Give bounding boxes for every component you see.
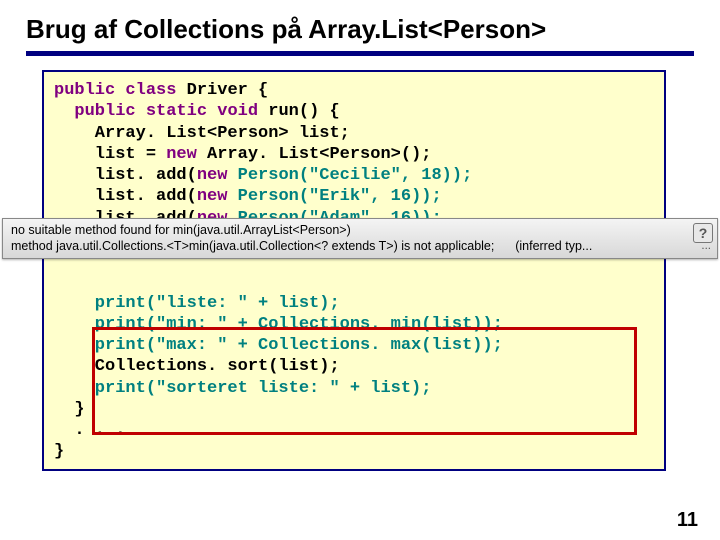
code-text: print("min: " + Collections. min(list));: [54, 315, 503, 334]
code-text: print("max: " + Collections. max(list));: [54, 336, 503, 355]
code-text: . . .: [54, 421, 125, 440]
kw-public: public: [54, 81, 115, 100]
kw-static: static: [146, 102, 207, 121]
kw-new: new: [166, 145, 197, 164]
kw-void: void: [217, 102, 258, 121]
code-text: Person("Erik", 16));: [227, 187, 441, 206]
kw-class: class: [125, 81, 176, 100]
error-line-1: no suitable method found for min(java.ut…: [11, 223, 689, 239]
code-text: Person("Cecilie", 18));: [227, 166, 472, 185]
error-text: method java.util.Collections.<T>min(java…: [11, 239, 494, 253]
code-text: list. add(: [54, 166, 197, 185]
page-number: 11: [677, 509, 698, 532]
title-underline: [26, 51, 694, 56]
kw-new: new: [197, 187, 228, 206]
code-text: Driver {: [176, 81, 268, 100]
code-text: Array. List<Person> list;: [54, 124, 350, 143]
code-text: list. add(: [54, 187, 197, 206]
code-block: public class Driver { public static void…: [54, 80, 654, 463]
slide: Brug af Collections på Array.List<Person…: [0, 0, 720, 540]
code-text: list =: [54, 145, 166, 164]
code-text: print("sorteret liste: " + list);: [54, 379, 431, 398]
code-text: }: [54, 442, 64, 461]
code-text: run() {: [258, 102, 340, 121]
slide-title: Brug af Collections på Array.List<Person…: [26, 14, 700, 45]
error-trailing: ...: [701, 239, 711, 253]
error-line-2: method java.util.Collections.<T>min(java…: [11, 239, 689, 255]
kw-public: public: [74, 102, 135, 121]
code-text: }: [54, 400, 85, 419]
error-text: (inferred typ...: [515, 239, 592, 253]
code-text: Array. List<Person>();: [197, 145, 432, 164]
code-text: print("liste: " + list);: [54, 294, 340, 313]
code-text: Collections. sort(list);: [54, 357, 340, 376]
error-tooltip: no suitable method found for min(java.ut…: [2, 218, 718, 259]
kw-new: new: [197, 166, 228, 185]
code-box: public class Driver { public static void…: [42, 70, 666, 471]
